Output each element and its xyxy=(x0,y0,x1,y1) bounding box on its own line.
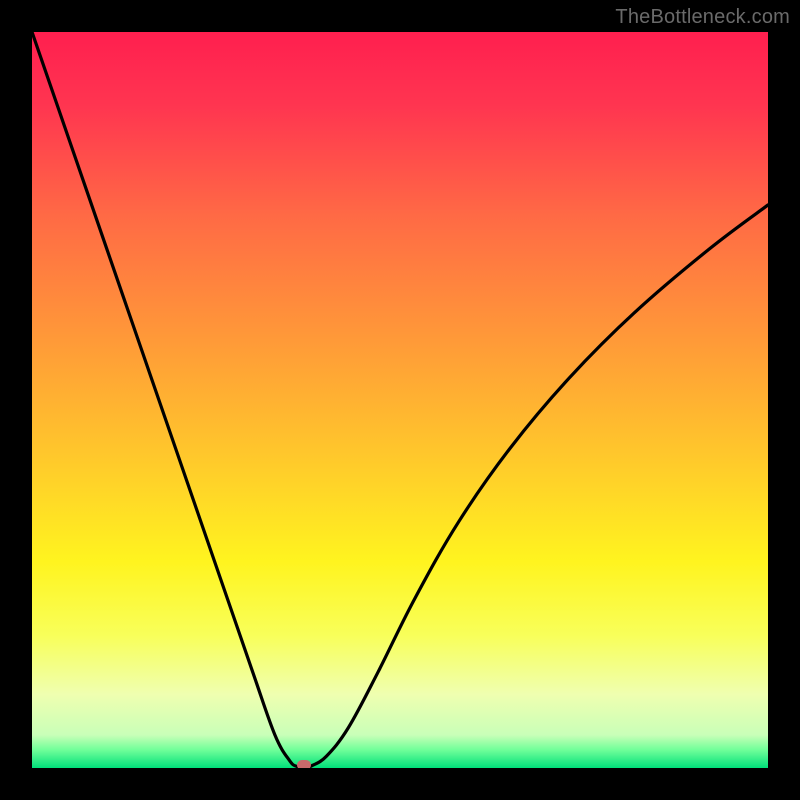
bottleneck-curve xyxy=(32,32,768,768)
plot-area xyxy=(32,32,768,768)
optimal-point-marker xyxy=(297,760,311,768)
chart-frame: TheBottleneck.com xyxy=(0,0,800,800)
watermark-text: TheBottleneck.com xyxy=(615,6,790,29)
